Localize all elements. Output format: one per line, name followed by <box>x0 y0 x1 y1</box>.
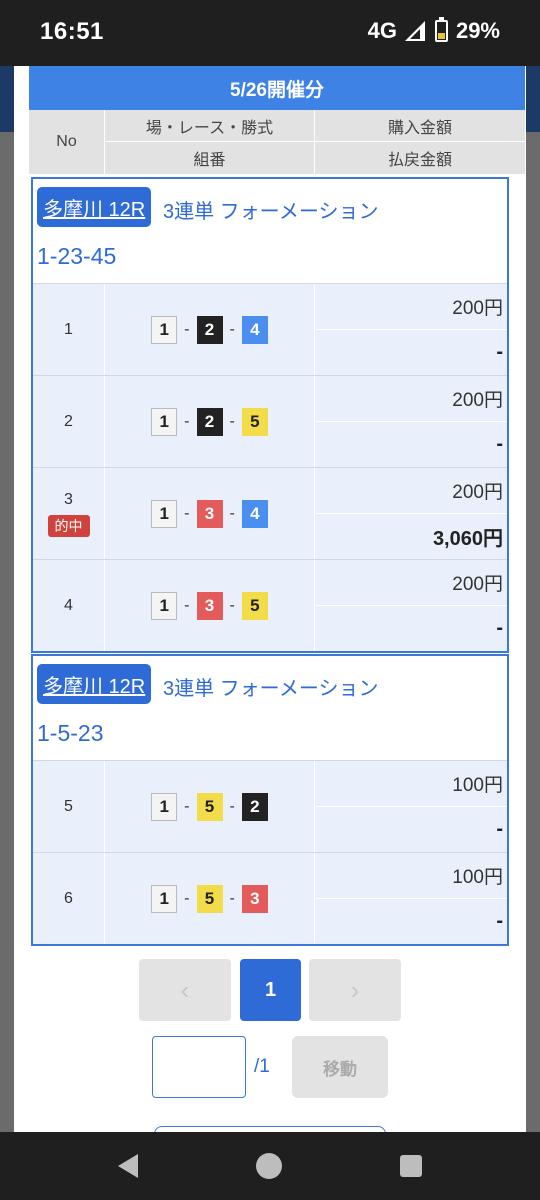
boat-number: 2 <box>196 407 223 436</box>
boat-number: 3 <box>196 591 223 620</box>
row-no-cell: 1 <box>33 284 105 375</box>
move-button[interactable]: 移動 <box>292 1036 388 1098</box>
refund-amount: - <box>496 433 503 455</box>
row-no-cell: 3 的中 <box>33 468 105 559</box>
recents-icon[interactable] <box>400 1155 422 1177</box>
table-row: 1 1- 2- 4 200円 - <box>33 283 507 375</box>
combo-cell: 1- 3- 5 <box>105 560 315 651</box>
bet-group-header: 多摩川 12R 3連単 フォーメーション 1-23-45 <box>33 179 507 283</box>
purchase-amount: 200円 <box>316 468 507 514</box>
table-row: 2 1- 2- 5 200円 - <box>33 375 507 467</box>
system-nav-bar <box>0 1132 540 1200</box>
status-icons: 4G 29% <box>367 17 500 44</box>
combo-cell: 1- 2- 5 <box>105 376 315 467</box>
back-icon[interactable] <box>118 1154 138 1178</box>
status-bar: 16:51 4G 29% <box>0 0 540 66</box>
boat-number: 2 <box>196 315 223 344</box>
boat-number: 4 <box>241 315 268 344</box>
purchase-amount: 200円 <box>316 284 507 330</box>
signal-icon <box>404 20 427 42</box>
boat-number: 1 <box>151 591 178 620</box>
header-combo: 組番 <box>105 142 315 174</box>
boat-number: 1 <box>151 499 178 528</box>
row-no-cell: 6 <box>33 853 105 944</box>
header-refund: 払戻金額 <box>387 152 452 169</box>
table-row: 6 1- 5- 3 100円 - <box>33 852 507 944</box>
boat-number: 5 <box>196 792 223 821</box>
boat-number: 3 <box>196 499 223 528</box>
home-icon[interactable] <box>256 1153 282 1179</box>
row-no-cell: 4 <box>33 560 105 651</box>
boat-number: 1 <box>151 884 178 913</box>
venue-link[interactable]: 多摩川 12R <box>37 664 152 704</box>
formation: 1-5-23 <box>37 720 104 746</box>
formation: 1-23-45 <box>37 243 117 269</box>
boat-number: 1 <box>151 792 178 821</box>
row-no-cell: 5 <box>33 761 105 852</box>
next-page-button[interactable]: › <box>309 959 401 1021</box>
hit-badge: 的中 <box>47 514 90 537</box>
combo-cell: 1- 3- 4 <box>105 468 315 559</box>
table-header: No 場・レース・勝式 購入金額 組番 払戻金額 <box>29 110 525 174</box>
pagination: ‹ 1 › <box>14 959 526 1021</box>
combo-cell: 1- 5- 3 <box>105 853 315 944</box>
boat-number: 5 <box>241 407 268 436</box>
combo-cell: 1- 2- 4 <box>105 284 315 375</box>
page-total: /1 <box>254 1056 270 1077</box>
page-number-input[interactable] <box>152 1036 246 1098</box>
battery-percent: 29% <box>455 18 500 43</box>
prev-page-button[interactable]: ‹ <box>139 959 231 1021</box>
page-1-button[interactable]: 1 <box>240 959 301 1021</box>
refund-amount: - <box>496 818 503 840</box>
bet-group: 多摩川 12R 3連単 フォーメーション 1-5-23 5 1- 5- 2 10… <box>31 654 509 946</box>
network-label: 4G <box>367 18 397 43</box>
boat-number: 1 <box>151 407 178 436</box>
header-no: No <box>29 110 105 174</box>
bet-group: 多摩川 12R 3連単 フォーメーション 1-23-45 1 1- 2- 4 2… <box>31 177 509 653</box>
boat-number: 1 <box>151 315 178 344</box>
chevron-left-icon: ‹ <box>180 974 190 1005</box>
boat-number: 4 <box>241 499 268 528</box>
bet-type: 3連単 フォーメーション <box>163 678 379 700</box>
boat-number: 3 <box>241 884 268 913</box>
row-no: 1 <box>64 320 73 338</box>
bet-group-header: 多摩川 12R 3連単 フォーメーション 1-5-23 <box>33 656 507 760</box>
purchase-amount: 100円 <box>316 761 507 807</box>
date-title: 5/26開催分 <box>29 66 525 110</box>
row-no: 6 <box>64 889 73 907</box>
boat-number: 5 <box>241 591 268 620</box>
battery-icon <box>434 17 448 42</box>
refund-amount: - <box>496 617 503 639</box>
header-amount: 購入金額 <box>315 110 525 142</box>
row-no: 5 <box>64 797 73 815</box>
table-row: 4 1- 3- 5 200円 - <box>33 559 507 651</box>
table-row: 3 的中 1- 3- 4 200円 3,060円 <box>33 467 507 559</box>
refund-amount: 3,060円 <box>432 528 503 550</box>
purchase-amount: 100円 <box>316 853 507 899</box>
table-row: 5 1- 5- 2 100円 - <box>33 760 507 852</box>
combo-cell: 1- 5- 2 <box>105 761 315 852</box>
purchase-amount: 200円 <box>316 560 507 606</box>
refund-amount: - <box>496 341 503 363</box>
bet-history-modal: 5/26開催分 No 場・レース・勝式 購入金額 組番 払戻金額 多摩川 12R… <box>14 66 526 1132</box>
header-race: 場・レース・勝式 <box>105 110 315 142</box>
venue-link[interactable]: 多摩川 12R <box>37 187 152 227</box>
row-no: 4 <box>64 596 73 614</box>
row-no: 2 <box>64 412 73 430</box>
bet-type: 3連単 フォーメーション <box>163 201 379 223</box>
boat-number: 2 <box>241 792 268 821</box>
chevron-right-icon: › <box>350 974 360 1005</box>
refund-amount: - <box>496 910 503 932</box>
row-no: 3 <box>64 490 73 508</box>
page-jump: /1 移動 <box>14 1036 526 1098</box>
boat-number: 5 <box>196 884 223 913</box>
purchase-amount: 200円 <box>316 376 507 422</box>
row-no-cell: 2 <box>33 376 105 467</box>
status-time: 16:51 <box>40 18 104 45</box>
